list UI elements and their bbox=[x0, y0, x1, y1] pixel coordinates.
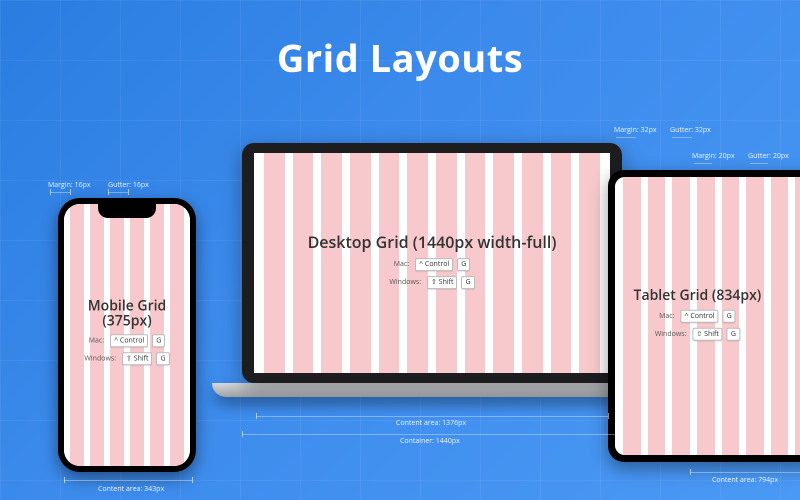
desktop-overlay: Desktop Grid (1440px width-full) Mac: ^ … bbox=[254, 231, 610, 289]
tablet-shortcut-mac: Mac: ^ Control G bbox=[615, 310, 800, 323]
key-g: G bbox=[156, 352, 169, 365]
phone-notch bbox=[98, 204, 156, 218]
key-g: G bbox=[461, 276, 474, 289]
desktop-container-label: Container: 1440px bbox=[400, 437, 460, 446]
key-control: ^ Control bbox=[681, 310, 719, 323]
desktop-gutter-label: Gutter: 32px bbox=[670, 126, 711, 135]
key-g: G bbox=[727, 328, 740, 341]
tablet-shortcut-win: Windows: ⇧ Shift G bbox=[615, 328, 800, 341]
key-g: G bbox=[457, 258, 470, 271]
desktop-shortcut-win: Windows: ⇧ Shift G bbox=[254, 276, 610, 289]
desktop-margin-label: Margin: 32px bbox=[614, 126, 657, 135]
mobile-overlay: Mobile Grid (375px) Mac: ^ Control G Win… bbox=[64, 298, 190, 365]
mobile-margin-label: Margin: 16px bbox=[48, 181, 91, 190]
key-g: G bbox=[152, 334, 165, 347]
mobile-content-area-label: Content area: 343px bbox=[98, 485, 164, 494]
key-g: G bbox=[723, 310, 736, 323]
tablet-device: Tablet Grid (834px) Mac: ^ Control G Win… bbox=[608, 170, 800, 462]
key-shift: ⇧ Shift bbox=[427, 276, 457, 289]
key-control: ^ Control bbox=[415, 258, 453, 271]
key-shift: ⇧ Shift bbox=[692, 328, 722, 341]
mobile-shortcut-mac: Mac: ^ Control G bbox=[64, 334, 190, 347]
tablet-gutter-label: Gutter: 20px bbox=[748, 152, 789, 161]
key-control: ^ Control bbox=[110, 334, 148, 347]
tablet-title: Tablet Grid (834px) bbox=[615, 286, 800, 305]
laptop-screen: Desktop Grid (1440px width-full) Mac: ^ … bbox=[242, 143, 622, 383]
page-title: Grid Layouts bbox=[0, 32, 800, 84]
mac-label: Mac: bbox=[394, 260, 409, 269]
mac-label: Mac: bbox=[659, 312, 674, 321]
mobile-shortcut-win: Windows: ⇧ Shift G bbox=[64, 352, 190, 365]
mobile-title: Mobile Grid (375px) bbox=[64, 298, 190, 329]
mobile-title-line2: (375px) bbox=[64, 314, 190, 329]
tablet-margin-label: Margin: 20px bbox=[692, 152, 735, 161]
mobile-gutter-label: Gutter: 16px bbox=[108, 181, 149, 190]
laptop-base bbox=[212, 383, 652, 397]
mobile-device: Mobile Grid (375px) Mac: ^ Control G Win… bbox=[58, 198, 196, 472]
desktop-shortcut-mac: Mac: ^ Control G bbox=[254, 258, 610, 271]
desktop-content-area-label: Content area: 1376px bbox=[396, 419, 466, 428]
windows-label: Windows: bbox=[655, 330, 687, 339]
windows-label: Windows: bbox=[84, 354, 116, 363]
desktop-title: Desktop Grid (1440px width-full) bbox=[254, 231, 610, 253]
tablet-content-area-label: Content area: 794px bbox=[712, 476, 778, 485]
mac-label: Mac: bbox=[89, 336, 104, 345]
tablet-overlay: Tablet Grid (834px) Mac: ^ Control G Win… bbox=[615, 286, 800, 341]
windows-label: Windows: bbox=[389, 278, 421, 287]
desktop-device: Desktop Grid (1440px width-full) Mac: ^ … bbox=[242, 143, 622, 397]
key-shift: ⇧ Shift bbox=[122, 352, 152, 365]
